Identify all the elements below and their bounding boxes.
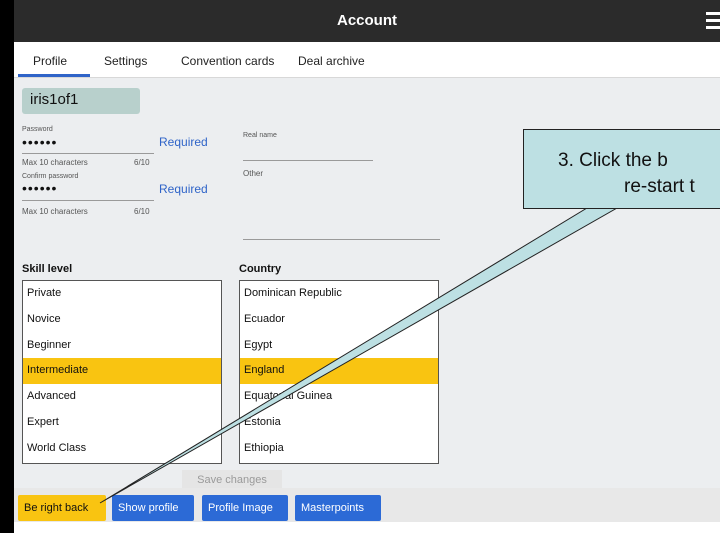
masterpoints-button[interactable]: Masterpoints	[295, 495, 381, 521]
tab-bar: Profile Settings Convention cards Deal a…	[14, 42, 720, 78]
real-name-input[interactable]	[243, 160, 373, 161]
password-underline	[22, 153, 154, 154]
confirm-password-underline	[22, 200, 154, 201]
hamburger-menu-icon[interactable]	[706, 12, 720, 30]
skill-level-list[interactable]: Private Novice Beginner Intermediate Adv…	[22, 280, 222, 464]
tab-convention-cards[interactable]: Convention cards	[181, 54, 274, 68]
password-input[interactable]: ••••••	[22, 134, 57, 150]
list-item-selected[interactable]: England	[240, 358, 438, 385]
skill-level-label: Skill level	[22, 263, 73, 275]
list-item[interactable]: Ethiopia	[240, 436, 438, 462]
title-bar: Account	[14, 0, 720, 42]
real-name-label: Real name	[243, 132, 277, 139]
list-item[interactable]: Dominican Republic	[240, 281, 438, 307]
password-required-note: Required	[159, 135, 208, 149]
device-bezel	[0, 0, 14, 533]
instruction-callout: 3. Click the b re-start t	[523, 129, 720, 209]
be-right-back-button[interactable]: Be right back	[18, 495, 106, 521]
list-item[interactable]: Private	[23, 281, 221, 307]
save-changes-button[interactable]: Save changes	[182, 470, 282, 490]
list-item[interactable]: Equatorial Guinea	[240, 384, 438, 410]
list-item[interactable]: Expert	[23, 410, 221, 436]
password-char-count: 6/10	[134, 158, 150, 167]
bottom-nav-strip	[14, 522, 720, 533]
list-item[interactable]: Egypt	[240, 333, 438, 359]
confirm-password-hint: Max 10 characters	[22, 207, 88, 216]
bottom-button-bar: Be right back Show profile Profile Image…	[14, 488, 720, 522]
confirm-required-note: Required	[159, 182, 208, 196]
username-field[interactable]: iris1of1	[22, 88, 140, 114]
tab-settings[interactable]: Settings	[104, 54, 147, 68]
password-hint: Max 10 characters	[22, 158, 88, 167]
confirm-password-char-count: 6/10	[134, 207, 150, 216]
confirm-password-input[interactable]: ••••••	[22, 180, 57, 196]
tab-deal-archive[interactable]: Deal archive	[298, 54, 365, 68]
list-item-selected[interactable]: Intermediate	[23, 358, 221, 385]
list-item[interactable]: Novice	[23, 307, 221, 333]
list-item[interactable]: World Class	[23, 436, 221, 462]
callout-line-2: re-start t	[624, 176, 695, 197]
list-item[interactable]: Estonia	[240, 410, 438, 436]
active-tab-indicator	[18, 74, 90, 77]
window-title: Account	[337, 12, 397, 29]
confirm-password-label: Confirm password	[22, 173, 79, 180]
show-profile-button[interactable]: Show profile	[112, 495, 194, 521]
app-frame: Account Profile Settings Convention card…	[0, 0, 720, 533]
tab-profile[interactable]: Profile	[33, 54, 67, 68]
list-item[interactable]: Beginner	[23, 333, 221, 359]
list-item[interactable]: Ecuador	[240, 307, 438, 333]
country-label: Country	[239, 263, 282, 275]
other-label: Other	[243, 169, 264, 178]
list-item[interactable]: Advanced	[23, 384, 221, 410]
callout-line-1: 3. Click the b	[558, 150, 668, 171]
password-label: Password	[22, 126, 53, 133]
country-list[interactable]: Dominican Republic Ecuador Egypt England…	[239, 280, 439, 464]
other-input[interactable]	[243, 239, 440, 240]
profile-image-button[interactable]: Profile Image	[202, 495, 288, 521]
